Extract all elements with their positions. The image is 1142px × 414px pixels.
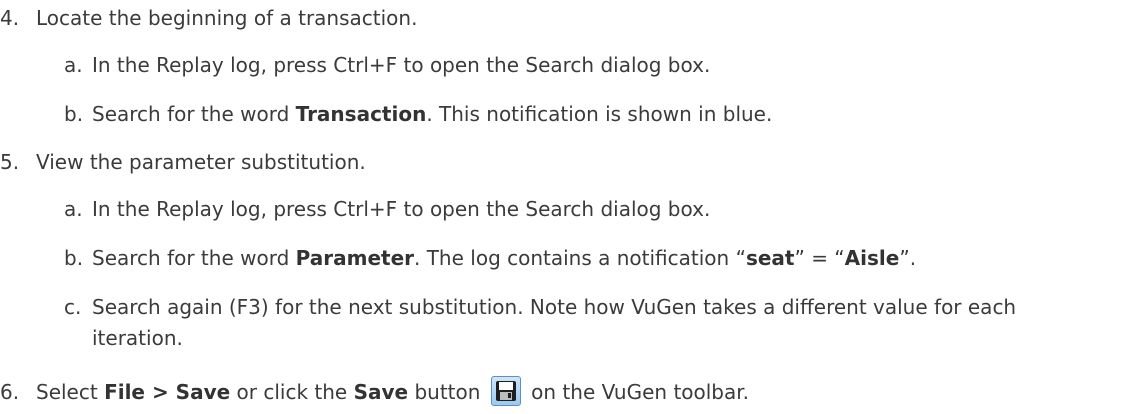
step-number: 6. xyxy=(0,380,20,404)
substep-letter: a. xyxy=(64,197,83,221)
step-text: Locate the beginning of a transaction. xyxy=(36,6,418,30)
substep-text: Search for the word Transaction. This no… xyxy=(92,102,773,126)
substep-letter: c. xyxy=(64,295,82,319)
keyword-transaction: Transaction xyxy=(295,102,427,126)
substep-text: Search again (F3) for the next substitut… xyxy=(92,295,1017,319)
step-number: 4. xyxy=(0,6,20,30)
save-label: Save xyxy=(353,380,409,404)
keyword-aisle: Aisle xyxy=(844,246,900,270)
keyword-seat: seat xyxy=(745,246,795,270)
menu-path-file-save: File > Save xyxy=(104,380,231,404)
save-icon xyxy=(490,375,521,406)
substep-letter: a. xyxy=(64,53,83,77)
keyword-parameter: Parameter xyxy=(295,246,414,270)
step-text: Select File > Save or click the Save but… xyxy=(36,375,749,406)
substep-letter: b. xyxy=(64,246,84,270)
substep-letter: b. xyxy=(64,102,84,126)
substep-text: In the Replay log, press Ctrl+F to open … xyxy=(92,197,711,221)
step-number: 5. xyxy=(0,150,20,174)
substep-5c-continuation: iteration. xyxy=(92,326,183,350)
substep-text: In the Replay log, press Ctrl+F to open … xyxy=(92,53,711,77)
step-text: View the parameter substitution. xyxy=(36,150,366,174)
substep-text: Search for the word Parameter. The log c… xyxy=(92,246,917,270)
